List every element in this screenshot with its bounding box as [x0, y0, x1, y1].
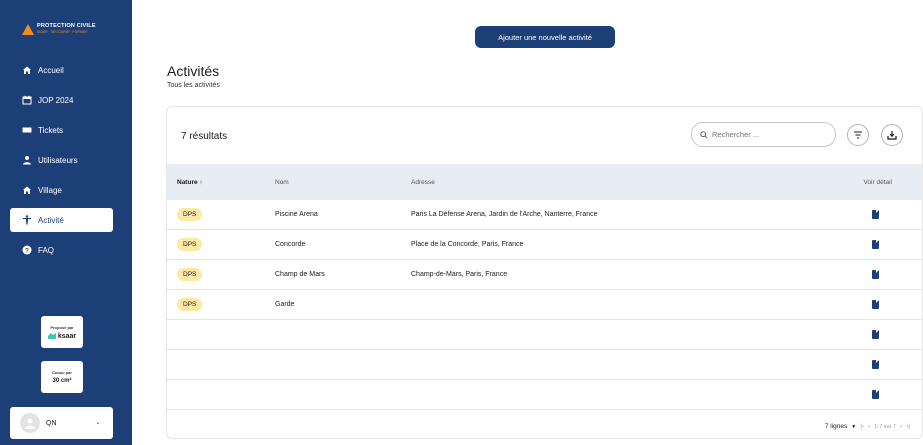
- table-row[interactable]: DPS Garde: [167, 290, 922, 320]
- help-icon: ?: [22, 245, 32, 255]
- user-icon: [22, 155, 32, 165]
- activities-card: 7 résultats Nature ↑ Nom Adresse Voir dé…: [166, 106, 923, 439]
- sidebar-item-jop-2024[interactable]: JOP 2024: [10, 88, 113, 112]
- sidebar-item-tickets[interactable]: Tickets: [10, 118, 113, 142]
- download-icon: [887, 131, 897, 140]
- sidebar-item-label: JOP 2024: [38, 95, 74, 105]
- table-row[interactable]: [167, 350, 922, 380]
- row-nom: Concorde: [275, 241, 306, 248]
- row-nom: Champ de Mars: [275, 271, 325, 278]
- row-nom: Piscine Arena: [275, 211, 318, 218]
- partner-name: ksaar: [57, 332, 77, 340]
- search-icon: [700, 130, 708, 139]
- protection-civile-logo[interactable]: PROTECTION CIVILE AIDER · SECOURIR · FOR…: [22, 22, 108, 36]
- document-icon[interactable]: [872, 210, 879, 219]
- nature-badge: DPS: [177, 238, 203, 251]
- sidebar-item-label: Village: [38, 185, 62, 195]
- sidebar-item-faq[interactable]: ? FAQ: [10, 238, 113, 262]
- nature-badge: DPS: [177, 298, 203, 311]
- user-initials: QN: [46, 419, 57, 427]
- caret-down-icon[interactable]: ▼: [851, 424, 856, 430]
- document-icon[interactable]: [872, 330, 879, 339]
- svg-text:?: ?: [25, 247, 29, 254]
- search-box[interactable]: [691, 122, 836, 147]
- home-icon: [22, 185, 32, 195]
- prev-page-icon[interactable]: ‹: [868, 423, 870, 430]
- table-row[interactable]: [167, 320, 922, 350]
- document-icon[interactable]: [872, 300, 879, 309]
- partner-name: 30 cm²: [52, 378, 72, 384]
- sidebar-item-label: Activité: [38, 215, 64, 225]
- ksaar-logo-icon: [47, 333, 56, 339]
- chevron-down-icon: ⌄: [95, 419, 101, 426]
- logo-triangle-icon: [22, 23, 34, 35]
- document-icon[interactable]: [872, 240, 879, 249]
- row-adresse: Champ-de-Mars, Paris, France: [411, 271, 508, 278]
- person-icon: [22, 215, 32, 225]
- sidebar-item-label: Utilisateurs: [38, 155, 78, 165]
- add-activity-button[interactable]: Ajouter une nouvelle activité: [475, 26, 615, 48]
- calendar-icon: [22, 95, 32, 105]
- search-input[interactable]: [712, 130, 822, 139]
- sidebar-item-accueil[interactable]: Accueil: [10, 58, 113, 82]
- sidebar-item-utilisateurs[interactable]: Utilisateurs: [10, 148, 113, 172]
- document-icon[interactable]: [872, 360, 879, 369]
- page-title: Activités: [167, 63, 220, 79]
- table-row[interactable]: DPS Concorde Place de la Concorde, Paris…: [167, 230, 922, 260]
- partner-caption: Conçu par: [52, 370, 72, 375]
- last-page-icon[interactable]: ›|: [906, 423, 910, 430]
- logo-title: PROTECTION CIVILE: [37, 23, 96, 29]
- table-row[interactable]: DPS Piscine Arena Paris La Défense Arena…: [167, 200, 922, 230]
- rows-per-page-select[interactable]: 7 lignes: [825, 423, 847, 430]
- home-icon: [22, 65, 32, 75]
- table-row[interactable]: [167, 380, 922, 410]
- page-range: 1-7 sur 7: [874, 423, 896, 430]
- user-menu[interactable]: QN ⌄: [10, 407, 113, 439]
- partner-ksaar[interactable]: Proposé par ksaar: [41, 316, 83, 348]
- app: PROTECTION CIVILE AIDER · SECOURIR · FOR…: [0, 0, 923, 445]
- table-header: Nature ↑ Nom Adresse Voir détail: [167, 164, 922, 200]
- column-header-adresse[interactable]: Adresse: [411, 179, 435, 186]
- column-header-nature[interactable]: Nature ↑: [177, 179, 203, 186]
- sidebar-item-label: Tickets: [38, 125, 64, 135]
- pagination: 7 lignes ▼ |‹ ‹ 1-7 sur 7 › ›|: [825, 423, 910, 430]
- results-count: 7 résultats: [181, 131, 228, 142]
- row-adresse: Place de la Concorde, Paris, France: [411, 241, 524, 248]
- sidebar-item-label: Accueil: [38, 65, 64, 75]
- user-icon: [25, 418, 35, 429]
- nature-badge: DPS: [177, 208, 203, 221]
- sidebar-item-label: FAQ: [38, 245, 55, 255]
- next-page-icon[interactable]: ›: [900, 423, 902, 430]
- document-icon[interactable]: [872, 390, 879, 399]
- column-header-voir-detail: Voir détail: [863, 178, 892, 186]
- page-subtitle: Tous les activités: [167, 82, 220, 89]
- sidebar: PROTECTION CIVILE AIDER · SECOURIR · FOR…: [0, 0, 132, 445]
- avatar: [20, 413, 40, 433]
- row-nom: Garde: [275, 301, 295, 308]
- partner-caption: Proposé par: [50, 324, 74, 330]
- sidebar-item-village[interactable]: Village: [10, 178, 113, 202]
- nature-badge: DPS: [177, 268, 203, 281]
- column-header-nom[interactable]: Nom: [275, 179, 289, 186]
- ticket-icon: [22, 125, 32, 135]
- table-row[interactable]: DPS Champ de Mars Champ-de-Mars, Paris, …: [167, 260, 922, 290]
- filter-icon: [854, 131, 862, 139]
- logo-tagline: AIDER · SECOURIR · FORMER: [37, 29, 88, 34]
- filter-button[interactable]: [847, 124, 869, 146]
- first-page-icon[interactable]: |‹: [860, 423, 864, 430]
- download-button[interactable]: [881, 124, 903, 146]
- partner-30cm2[interactable]: Conçu par 30 cm²: [41, 361, 83, 393]
- sidebar-item-activite[interactable]: Activité: [10, 208, 113, 232]
- document-icon[interactable]: [872, 270, 879, 279]
- row-adresse: Paris La Défense Arena, Jardin de l'Arch…: [411, 211, 598, 218]
